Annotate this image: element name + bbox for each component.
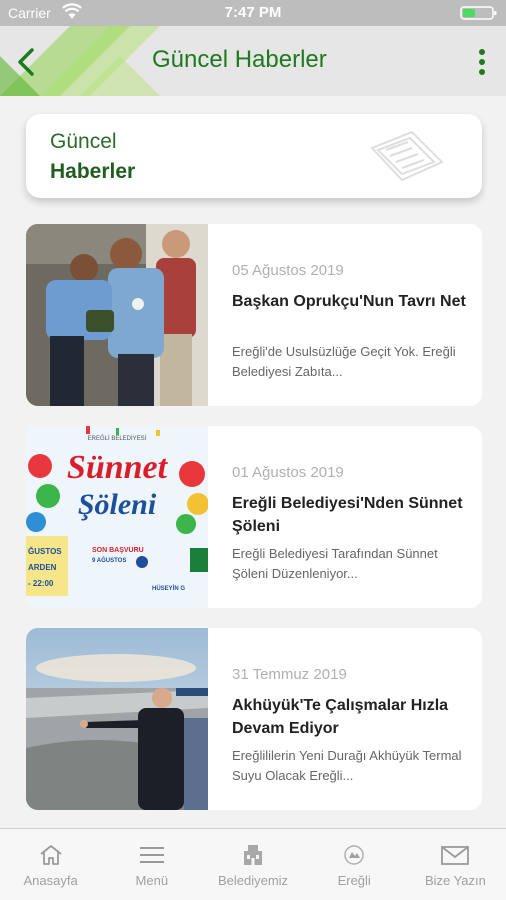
news-title: Ereğli Belediyesi'Nden Sünnet Şöleni <box>232 495 463 535</box>
news-info: 31 Temmuz 2019 Akhüyük'Te Çalışmalar Hız… <box>232 628 472 810</box>
poster-org: EREĞLİ BELEDİYESİ <box>88 435 147 442</box>
news-title: Akhüyük'Te Çalışmalar Hızla Devam Ediyor <box>232 697 449 737</box>
section-title-line2: Haberler <box>50 160 136 183</box>
tab-label: Anasayfa <box>23 873 78 888</box>
news-info: 05 Ağustos 2019 Başkan Oprukçu'Nun Tavrı… <box>232 224 472 406</box>
tab-label: Belediyemiz <box>217 873 289 888</box>
home-icon <box>40 845 62 865</box>
news-title: Başkan Oprukçu'Nun Tavrı Net <box>232 293 466 310</box>
section-title-line1: Güncel <box>50 130 117 153</box>
news-card[interactable]: 31 Temmuz 2019 Akhüyük'Te Çalışmalar Hız… <box>26 628 482 810</box>
tab-label: Ereğli <box>337 873 371 888</box>
back-button[interactable] <box>8 44 44 80</box>
tab-contact[interactable]: Bize Yazın <box>405 829 506 900</box>
poster-line1: Sünnet <box>67 449 169 486</box>
news-card[interactable]: EREĞLİ BELEDİYESİ Sünnet Şöleni ĞUSTOS A… <box>26 426 482 608</box>
news-list[interactable]: Güncel Haberler 05 Ağustos 2019 Başkan O… <box>0 96 506 828</box>
news-date: 05 Ağustos 2019 <box>232 262 344 279</box>
tab-municipality[interactable]: Belediyemiz <box>202 829 303 900</box>
news-card[interactable]: 05 Ağustos 2019 Başkan Oprukçu'Nun Tavrı… <box>26 224 482 406</box>
page-title: Güncel Haberler <box>152 46 327 73</box>
news-thumbnail <box>26 628 208 810</box>
news-thumbnail: EREĞLİ BELEDİYESİ Sünnet Şöleni ĞUSTOS A… <box>26 426 208 608</box>
section-header-card: Güncel Haberler <box>26 114 482 198</box>
tab-bar: Anasayfa Menü Belediyemiz Ereğli Bize Ya… <box>0 828 506 900</box>
news-thumbnail <box>26 224 208 406</box>
tab-city[interactable]: Ereğli <box>304 829 405 900</box>
tab-label: Bize Yazın <box>424 873 486 888</box>
mail-icon <box>441 846 470 865</box>
poster-left-frag3: - 22:00 <box>28 579 54 588</box>
news-date: 31 Temmuz 2019 <box>232 666 347 683</box>
news-date: 01 Ağustos 2019 <box>232 464 344 481</box>
tab-label: Menü <box>135 873 169 888</box>
city-icon <box>344 845 364 865</box>
poster-deadline-label: SON BAŞVURU <box>92 547 144 554</box>
news-summary: Ereğli'de Usulsüzlüğe Geçit Yok. Ereğli … <box>232 344 456 379</box>
status-bar: Carrier 7:47 PM <box>0 0 506 26</box>
news-info: 01 Ağustos 2019 Ereğli Belediyesi'Nden S… <box>232 426 472 608</box>
tab-menu[interactable]: Menü <box>101 829 202 900</box>
building-icon <box>244 845 262 865</box>
menu-icon <box>139 847 164 863</box>
poster-left-frag2: ARDEN <box>28 563 57 572</box>
clock: 7:47 PM <box>224 4 282 21</box>
poster-left-frag1: ĞUSTOS <box>28 547 62 556</box>
news-summary: Ereğli Belediyesi Tarafından Sünnet Şöle… <box>232 546 438 581</box>
battery-icon <box>460 6 497 20</box>
poster-deadline-date: 9 AĞUSTOS <box>92 556 126 564</box>
newspaper-icon <box>370 130 444 182</box>
poster-line2: Şöleni <box>78 488 157 521</box>
poster-right-frag: HÜSEYİN G <box>152 585 185 592</box>
nav-bar: Güncel Haberler <box>0 26 506 96</box>
tab-home[interactable]: Anasayfa <box>0 829 101 900</box>
more-options-button[interactable] <box>468 46 496 78</box>
news-summary: Ereğlililerin Yeni Durağı Akhüyük Termal… <box>232 748 462 783</box>
